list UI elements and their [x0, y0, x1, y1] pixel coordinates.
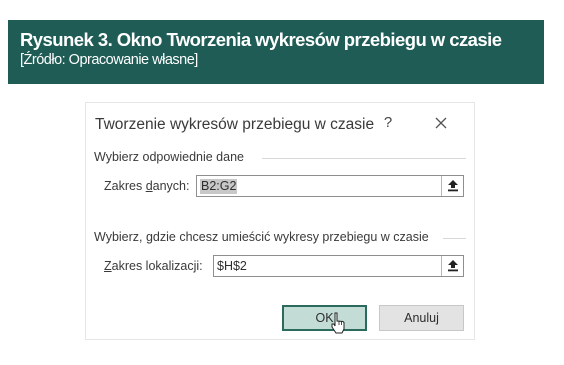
data-range-value: B2:G2: [200, 179, 238, 194]
location-section-label: Wybierz, gdzie chcesz umieścić wykresy p…: [94, 230, 429, 244]
location-range-label-rest: akres lokalizacji:: [111, 259, 203, 273]
data-range-label-accelerator: d: [145, 179, 153, 193]
close-icon: [435, 117, 447, 129]
help-button[interactable]: ?: [378, 111, 398, 135]
data-range-input[interactable]: B2:G2: [196, 175, 464, 197]
page: Rysunek 3. Okno Tworzenia wykresów przeb…: [0, 0, 564, 365]
figure-source: [Źródło: Opracowanie własne]: [20, 52, 198, 68]
location-range-value: $H$2: [217, 259, 247, 273]
data-range-label: Zakres danych:: [104, 179, 189, 193]
location-range-label-accelerator: Z: [104, 259, 112, 273]
figure-caption: Rysunek 3. Okno Tworzenia wykresów przeb…: [8, 20, 544, 84]
collapse-dialog-icon: [447, 260, 458, 272]
ok-button[interactable]: OK: [282, 305, 367, 331]
collapse-dialog-icon: [447, 180, 458, 192]
data-range-label-part: Zakres: [104, 179, 146, 193]
data-section-label: Wybierz odpowiednie dane: [94, 150, 244, 164]
data-section-divider: [262, 158, 466, 159]
location-range-collapse-button[interactable]: [441, 256, 463, 276]
location-range-input[interactable]: $H$2: [213, 255, 464, 277]
figure-title: Rysunek 3. Okno Tworzenia wykresów przeb…: [20, 29, 502, 50]
data-range-label-rest: anych:: [152, 179, 190, 193]
data-range-collapse-button[interactable]: [441, 176, 463, 196]
location-range-label: Zakres lokalizacji:: [104, 259, 203, 273]
dialog-title: Tworzenie wykresów przebiegu w czasie: [95, 116, 375, 133]
location-section-divider: [443, 238, 466, 239]
close-button[interactable]: [429, 111, 453, 135]
create-sparklines-dialog: Tworzenie wykresów przebiegu w czasie ? …: [85, 102, 475, 340]
cancel-button[interactable]: Anuluj: [379, 305, 464, 331]
